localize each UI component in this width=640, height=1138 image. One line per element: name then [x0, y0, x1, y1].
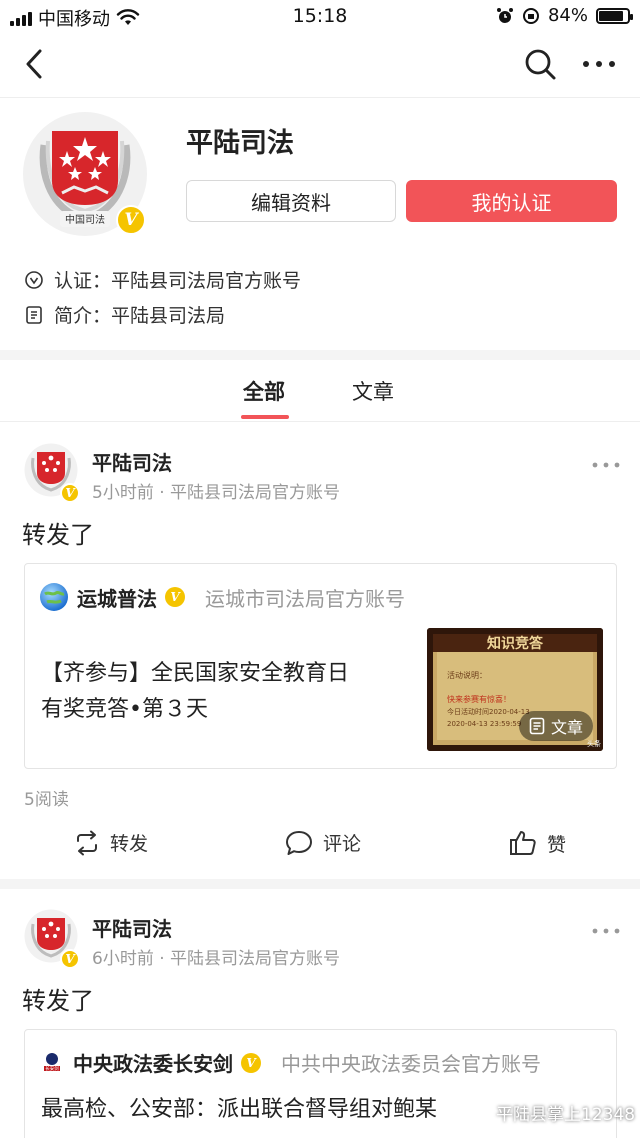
status-right: 84%	[496, 5, 633, 26]
battery-icon	[596, 7, 633, 24]
tab-all[interactable]: 全部	[243, 376, 285, 406]
intro-row: 简介：平陆县司法局	[24, 301, 225, 328]
post-meta: 6小时前 · 平陆县司法局官方账号	[92, 949, 341, 969]
wechat-icon	[466, 1102, 490, 1121]
svg-text:活动说明：: 活动说明：	[447, 670, 487, 680]
post-more-icon[interactable]	[590, 455, 622, 475]
comment-button[interactable]: 评论	[285, 829, 361, 856]
certification-label: 认证：平陆县司法局官方账号	[54, 270, 302, 292]
tab-bar: 全部 文章	[0, 360, 640, 422]
like-button[interactable]: 赞	[509, 829, 566, 857]
certification-check-icon	[25, 270, 43, 289]
more-icon[interactable]	[578, 46, 622, 82]
search-icon[interactable]	[522, 46, 558, 82]
post-actions: 转发 评论 赞	[0, 825, 640, 865]
card-source: 运城普法 V 运城市司法局官方账号	[39, 582, 405, 612]
comment-icon	[286, 830, 312, 855]
globe-icon	[40, 583, 68, 611]
back-arrow-icon[interactable]	[18, 46, 54, 82]
source-name[interactable]: 中央政法委长安剑	[73, 1048, 233, 1077]
svg-text:2020-04-13 23:59:59: 2020-04-13 23:59:59	[447, 720, 521, 728]
my-certification-button[interactable]: 我的认证	[406, 180, 617, 222]
svg-text:知识竞答: 知识竞答	[487, 635, 544, 652]
tab-active-indicator	[241, 415, 289, 419]
article-type-badge: 文章	[518, 711, 593, 741]
feed-post: V 平陆司法 5小时前 · 平陆县司法局官方账号 转发了 运城普法 V 运城市司…	[0, 423, 640, 878]
article-icon	[529, 717, 545, 735]
profile-name: 平陆司法	[186, 128, 294, 159]
nav-bar	[0, 32, 640, 98]
verified-badge-icon: V	[165, 587, 185, 607]
certification-row: 认证：平陆县司法局官方账号	[24, 266, 301, 293]
read-count: 5阅读	[24, 790, 69, 810]
post-author[interactable]: 平陆司法	[92, 913, 172, 942]
post-divider	[0, 879, 640, 889]
verified-badge-icon: V	[60, 949, 80, 969]
watermark: 平陆县掌上12348	[466, 1094, 635, 1130]
card-source: 长安剑 中央政法委长安剑 V 中共中央政法委员会官方账号	[39, 1048, 541, 1077]
source-name[interactable]: 运城普法	[77, 583, 157, 612]
post-author[interactable]: 平陆司法	[92, 447, 172, 476]
post-meta: 5小时前 · 平陆县司法局官方账号	[92, 483, 341, 503]
section-divider	[0, 350, 640, 360]
post-more-icon[interactable]	[590, 921, 622, 941]
forwarded-article-card[interactable]: 运城普法 V 运城市司法局官方账号 【齐参与】全民国家安全教育日 有奖竞答•第３…	[24, 563, 617, 769]
avatar-caption: 中国司法	[65, 213, 105, 226]
document-icon	[26, 305, 42, 324]
profile-header: 中国司法 V 平陆司法 编辑资料 我的认证 认证：平陆县司法局官方账号 简介：平…	[0, 99, 640, 349]
post-text: 转发了	[22, 521, 94, 549]
thumbs-up-icon	[510, 831, 536, 855]
repost-icon	[77, 830, 97, 855]
svg-text:今日活动时间2020-04-13: 今日活动时间2020-04-13	[447, 707, 530, 716]
verified-badge-icon: V	[60, 483, 80, 503]
svg-text:快来参赛有惊喜！: 快来参赛有惊喜！	[447, 694, 511, 704]
source-description: 中共中央政法委员会官方账号	[281, 1052, 541, 1076]
source-description: 运城市司法局官方账号	[205, 586, 405, 611]
article-thumbnail[interactable]: 知识竞答 活动说明： 快来参赛有惊喜！ 今日活动时间2020-04-13 202…	[427, 628, 603, 751]
battery-percent: 84%	[547, 5, 588, 26]
tab-articles[interactable]: 文章	[352, 376, 394, 406]
edit-profile-button[interactable]: 编辑资料	[186, 180, 396, 222]
verified-badge-icon: V	[116, 205, 146, 235]
intro-label: 简介：平陆县司法局	[54, 305, 226, 327]
status-bar: 中国移动 15:18 84%	[0, 0, 640, 32]
source-logo: 长安剑	[40, 1050, 64, 1075]
repost-button[interactable]: 转发	[74, 829, 148, 856]
orientation-lock-icon	[522, 7, 539, 24]
article-title[interactable]: 最高检、公安部：派出联合督导组对鲍某	[41, 1092, 437, 1128]
svg-text:头条: 头条	[587, 739, 601, 748]
verified-badge-icon: V	[241, 1052, 261, 1073]
post-text: 转发了	[22, 987, 94, 1015]
alarm-icon	[496, 7, 513, 23]
svg-text:长安剑: 长安剑	[45, 1065, 59, 1072]
article-title[interactable]: 【齐参与】全民国家安全教育日 有奖竞答•第３天	[41, 656, 349, 728]
